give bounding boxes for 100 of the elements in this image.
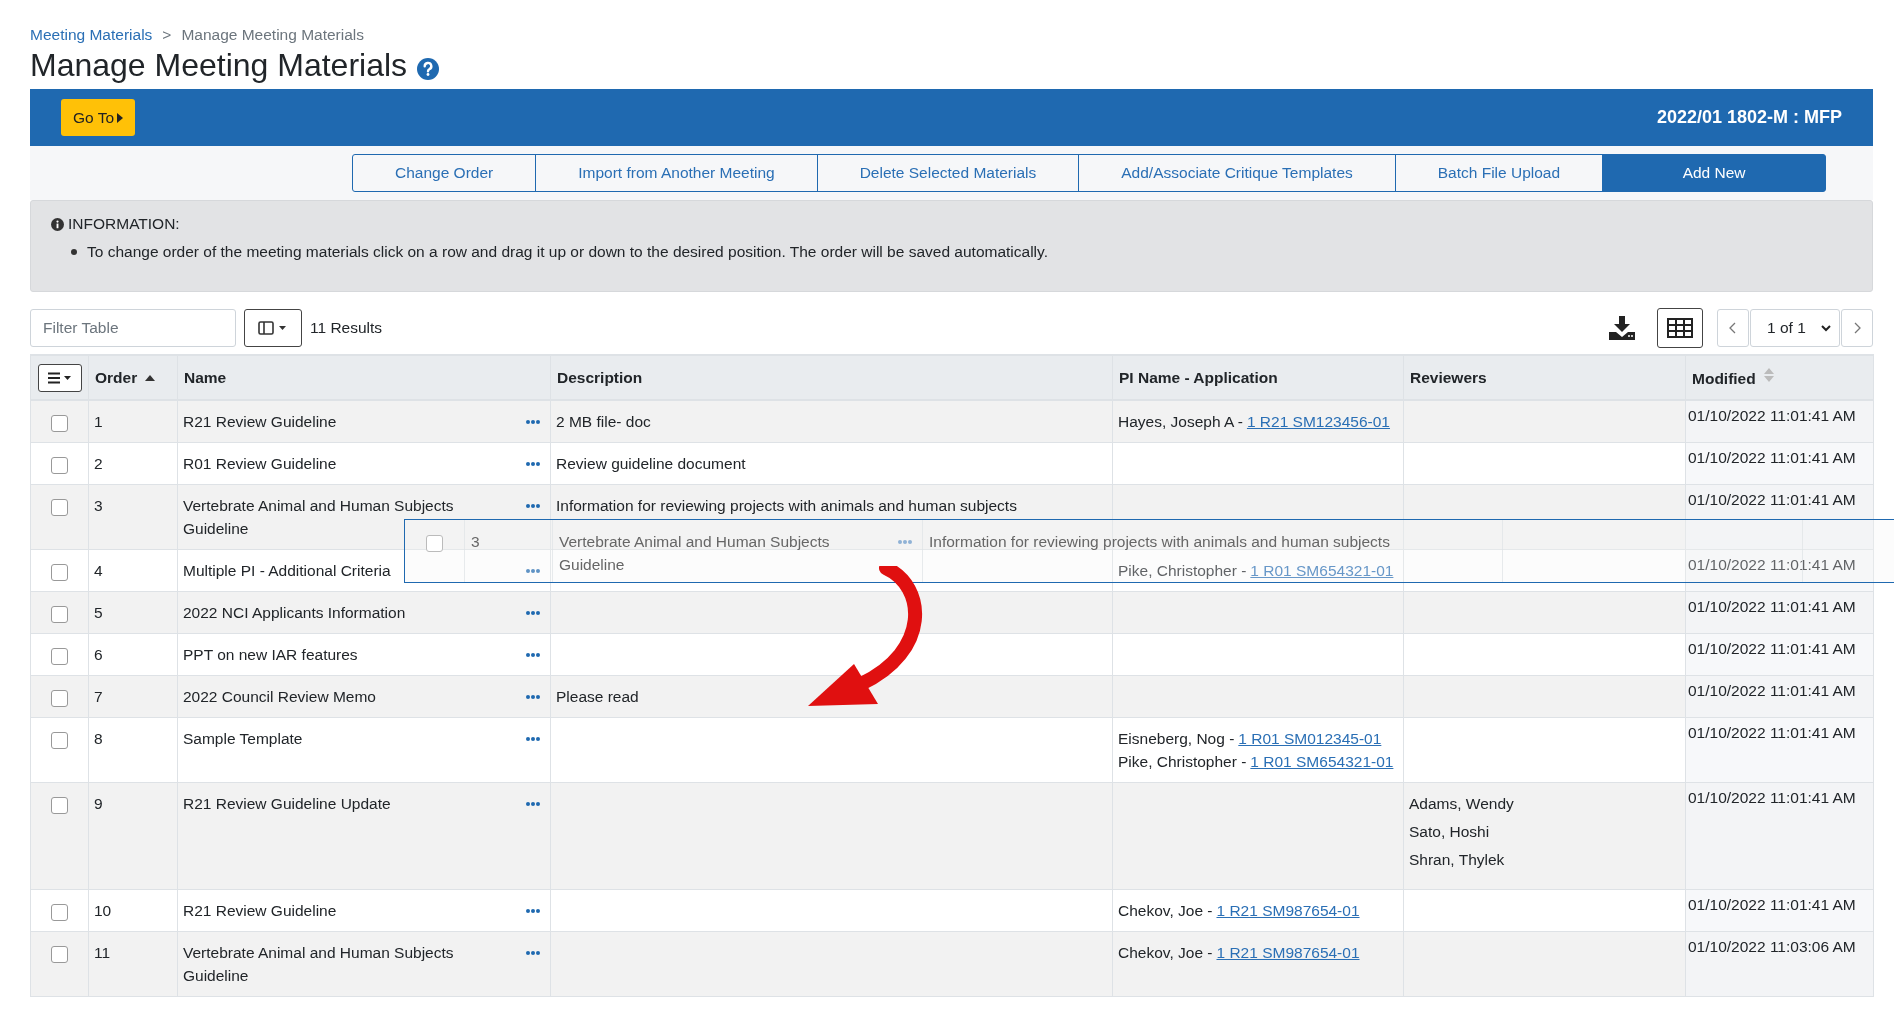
filter-field[interactable]: Filter Table	[30, 309, 236, 348]
more-icon[interactable]	[526, 653, 540, 658]
chevron-down-icon	[1821, 324, 1831, 332]
reviewer-name: Adams, Wendy	[1409, 794, 1515, 815]
info-text: To change order of the meeting materials click on a row and drag it up or down to the desired position. The order will be saved automatically.	[87, 243, 1048, 262]
row-checkbox[interactable]	[51, 796, 68, 814]
column-header[interactable]: Modified	[1692, 369, 1756, 387]
more-icon[interactable]	[526, 802, 540, 807]
go-to-button[interactable]: Go To	[61, 99, 136, 137]
row-checkbox[interactable]	[51, 647, 68, 665]
more-icon[interactable]	[526, 462, 540, 467]
material-name: R21 Review Guideline	[183, 901, 337, 922]
action-button[interactable]: Change Order	[352, 154, 537, 193]
column-header[interactable]: Description	[557, 368, 643, 386]
download-icon[interactable]	[1609, 316, 1635, 341]
order-cell: 5	[94, 604, 103, 622]
more-icon[interactable]	[526, 695, 540, 700]
order-cell: 10	[94, 902, 112, 920]
action-button[interactable]: Delete Selected Materials	[816, 154, 1080, 193]
row-checkbox[interactable]	[51, 456, 68, 474]
row-checkbox[interactable]	[51, 605, 68, 623]
action-button[interactable]: Import from Another Meeting	[535, 154, 818, 193]
description-cell: Information for reviewing projects with animals and human subjects	[556, 497, 1017, 515]
row-checkbox[interactable]	[51, 414, 68, 432]
pi-name: Chekov, Joe -	[1118, 944, 1213, 962]
order-cell: 8	[94, 730, 103, 748]
previous-page-button[interactable]	[1717, 309, 1749, 348]
modified-date: 01/10/2022 11:01:41 AM	[1688, 491, 1856, 509]
row-checkbox[interactable]	[51, 563, 68, 581]
modified-date: 01/10/2022 11:01:41 AM	[1688, 556, 1856, 574]
reviewer-name: Shran, Thylek	[1409, 850, 1506, 871]
row-checkbox[interactable]	[51, 689, 68, 707]
caret-icon	[117, 112, 124, 123]
description-cell: Information for reviewing projects with animals and human subjects	[929, 533, 1390, 551]
row-menu-button[interactable]	[37, 363, 82, 392]
column-header[interactable]: Reviewers	[1410, 368, 1487, 386]
row-checkbox[interactable]	[51, 731, 68, 749]
material-name: Multiple PI - Additional Criteria	[183, 561, 391, 582]
action-button[interactable]: Add/Associate Critique Templates	[1078, 154, 1396, 193]
modified-date: 01/10/2022 11:03:06 AM	[1688, 938, 1856, 956]
meeting-id: 2022/01 1802-M : MFP	[1656, 107, 1842, 129]
breadcrumb-link[interactable]: Meeting Materials	[30, 26, 153, 44]
action-button[interactable]: Batch File Upload	[1394, 154, 1604, 193]
order-cell: 3	[471, 533, 480, 551]
row-checkbox[interactable]	[51, 903, 68, 921]
more-icon[interactable]	[526, 420, 540, 425]
column-header[interactable]: Name	[184, 368, 227, 386]
application-link[interactable]: 1 R21 SM987654-01	[1216, 944, 1360, 962]
row-checkbox[interactable]	[51, 945, 68, 963]
material-name: 2022 Council Review Memo	[183, 687, 376, 708]
grid-view-button[interactable]	[1657, 308, 1703, 349]
description-cell: 2 MB file- doc	[556, 413, 651, 431]
chevron-right-icon	[1853, 322, 1861, 335]
description-cell: Please read	[556, 688, 639, 706]
next-page-button[interactable]	[1841, 309, 1873, 348]
material-name: R01 Review Guideline	[183, 454, 337, 475]
columns-icon	[258, 321, 288, 336]
row-checkbox[interactable]	[51, 498, 68, 516]
material-name: Sample Template	[183, 729, 303, 750]
modified-date: 01/10/2022 11:01:41 AM	[1688, 682, 1856, 700]
application-link[interactable]: 1 R21 SM123456-01	[1246, 413, 1390, 431]
pi-name: Hayes, Joseph A -	[1118, 413, 1243, 431]
page-title: Manage Meeting Materials	[30, 48, 408, 84]
more-icon[interactable]	[526, 951, 540, 956]
material-name: PPT on new IAR features	[183, 645, 358, 666]
info-icon	[51, 217, 64, 231]
application-link[interactable]: 1 R01 SM012345-01	[1238, 730, 1382, 748]
table-icon	[1667, 318, 1693, 339]
modified-date: 01/10/2022 11:01:41 AM	[1688, 598, 1856, 616]
material-name: R21 Review Guideline	[183, 412, 337, 433]
more-icon[interactable]	[526, 569, 540, 574]
application-link[interactable]: 1 R01 SM654321-01	[1250, 562, 1394, 580]
info-title: INFORMATION:	[68, 215, 180, 234]
material-name: Vertebrate Animal and Human Subjects Guideline	[183, 943, 455, 987]
order-cell: 4	[94, 562, 103, 580]
order-cell: 1	[94, 413, 103, 431]
pi-name: Eisneberg, Nog -	[1118, 730, 1235, 748]
order-cell: 2	[94, 455, 103, 473]
more-icon[interactable]	[526, 909, 540, 914]
pi-name: Pike, Christopher -	[1118, 753, 1247, 771]
more-icon[interactable]	[526, 504, 540, 509]
columns-button[interactable]	[244, 309, 302, 348]
application-link[interactable]: 1 R21 SM987654-01	[1216, 902, 1360, 920]
modified-date: 01/10/2022 11:01:41 AM	[1688, 640, 1856, 658]
pi-name: Chekov, Joe -	[1118, 902, 1213, 920]
material-name: Vertebrate Animal and Human Subjects Guideline	[559, 532, 831, 576]
more-icon[interactable]	[526, 611, 540, 616]
breadcrumb-separator: >	[162, 26, 172, 44]
order-cell: 11	[94, 944, 111, 962]
help-icon[interactable]	[417, 57, 440, 80]
column-header[interactable]: Order	[95, 368, 138, 386]
chevron-left-icon	[1729, 322, 1737, 335]
breadcrumb-current: Manage Meeting Materials	[181, 26, 365, 44]
order-cell: 6	[94, 646, 103, 664]
more-icon[interactable]	[526, 737, 540, 742]
modified-date: 01/10/2022 11:01:41 AM	[1688, 789, 1856, 807]
order-cell: 7	[94, 688, 103, 706]
page-select[interactable]: 1 of 1	[1750, 309, 1840, 348]
application-link[interactable]: 1 R01 SM654321-01	[1250, 753, 1394, 771]
action-button[interactable]: Add New	[1602, 154, 1827, 193]
